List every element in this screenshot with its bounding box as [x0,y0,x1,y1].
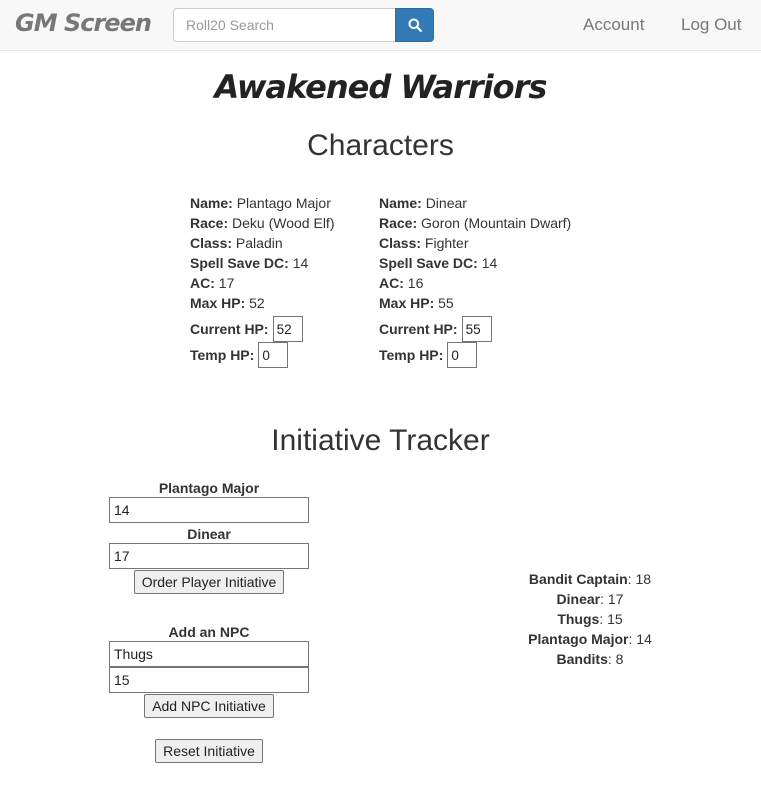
temp-hp-row: Temp HP: [379,342,571,368]
current-hp-input[interactable] [272,316,303,342]
temp-hp-label: Temp HP: [190,347,255,363]
order-player-initiative-button[interactable]: Order Player Initiative [133,570,285,594]
temp-hp-label: Temp HP: [379,347,444,363]
character-race-row: Race: Deku (Wood Elf) [190,213,334,233]
account-link[interactable]: Account [583,15,644,35]
initiative-entry-value: : 14 [628,631,652,647]
current-hp-label: Current HP: [190,321,269,337]
name-label: Name: [190,195,233,211]
character-card: Name: Plantago Major Race: Deku (Wood El… [190,193,334,368]
current-hp-row: Current HP: [190,316,334,342]
player-initiative-input[interactable] [109,497,309,523]
initiative-entry: Bandit Captain: 18 [500,569,680,589]
navbar: GM Screen Account Log Out [0,0,761,51]
character-race: Goron (Mountain Dwarf) [421,215,572,231]
character-spell-dc-row: Spell Save DC: 14 [190,253,334,273]
character-race: Deku (Wood Elf) [232,215,335,231]
character-spell-dc: 14 [481,255,498,271]
current-hp-label: Current HP: [379,321,458,337]
class-label: Class: [379,235,422,251]
max-hp-label: Max HP: [190,295,246,311]
initiative-entry-value: : 18 [627,571,652,587]
brand-logo[interactable]: GM Screen [15,9,152,37]
class-label: Class: [190,235,233,251]
character-race-row: Race: Goron (Mountain Dwarf) [379,213,571,233]
initiative-entry-name: Bandit Captain [528,571,628,587]
player-initiative-label: Dinear [187,526,231,542]
add-npc-label: Add an NPC [168,624,250,640]
character-ac: 16 [407,275,424,291]
player-initiative-label: Plantago Major [158,480,260,496]
name-label: Name: [379,195,422,211]
character-ac: 17 [218,275,235,291]
character-ac-row: AC: 16 [379,273,571,293]
character-ac-row: AC: 17 [190,273,334,293]
current-hp-row: Current HP: [379,316,571,342]
initiative-entry: Bandits: 8 [500,649,680,669]
reset-initiative-button[interactable]: Reset Initiative [155,739,263,763]
logout-link[interactable]: Log Out [681,15,742,35]
temp-hp-input[interactable] [447,342,478,368]
current-hp-input[interactable] [461,316,492,342]
search-input[interactable] [173,8,395,42]
initiative-entry-name: Plantago Major [528,631,629,647]
initiative-heading: Initiative Tracker [271,424,490,457]
initiative-entry: Plantago Major: 14 [500,629,680,649]
initiative-entry-name: Thugs [557,611,600,627]
ac-label: AC: [379,275,404,291]
initiative-entry-value: : 8 [607,651,624,667]
character-class: Paladin [235,235,283,251]
character-name: Plantago Major [236,195,331,211]
character-spell-dc-row: Spell Save DC: 14 [379,253,571,273]
search-form [173,8,434,42]
npc-name-input[interactable] [109,641,309,667]
player-initiative-input[interactable] [109,543,309,569]
npc-initiative-input[interactable] [109,667,309,693]
initiative-order-list: Bandit Captain: 18 Dinear: 17 Thugs: 15 … [500,569,680,669]
search-button[interactable] [395,8,434,42]
initiative-entry-value: : 17 [600,591,624,607]
race-label: Race: [379,215,418,231]
character-name: Dinear [425,195,467,211]
initiative-entry-name: Bandits [556,651,608,667]
character-name-row: Name: Plantago Major [190,193,334,213]
campaign-title: Awakened Warriors [214,68,548,106]
race-label: Race: [190,215,229,231]
initiative-entry: Thugs: 15 [500,609,680,629]
character-class-row: Class: Paladin [190,233,334,253]
character-max-hp-row: Max HP: 55 [379,293,571,313]
add-npc-initiative-button[interactable]: Add NPC Initiative [144,694,274,718]
character-card: Name: Dinear Race: Goron (Mountain Dwarf… [379,193,571,368]
characters-heading: Characters [307,129,454,162]
initiative-entry-value: : 15 [599,611,623,627]
initiative-entry-name: Dinear [556,591,601,607]
character-max-hp: 52 [249,295,265,311]
initiative-entry: Dinear: 17 [500,589,680,609]
character-spell-dc: 14 [292,255,309,271]
temp-hp-input[interactable] [258,342,289,368]
character-max-hp: 55 [438,295,454,311]
ac-label: AC: [190,275,215,291]
character-class: Fighter [424,235,469,251]
character-max-hp-row: Max HP: 52 [190,293,334,313]
temp-hp-row: Temp HP: [190,342,334,368]
initiative-form: Plantago Major Dinear Order Player Initi… [109,479,309,763]
character-name-row: Name: Dinear [379,193,571,213]
character-class-row: Class: Fighter [379,233,571,253]
max-hp-label: Max HP: [379,295,435,311]
search-icon [408,18,422,32]
spell-save-dc-label: Spell Save DC: [379,255,478,271]
spell-save-dc-label: Spell Save DC: [190,255,289,271]
